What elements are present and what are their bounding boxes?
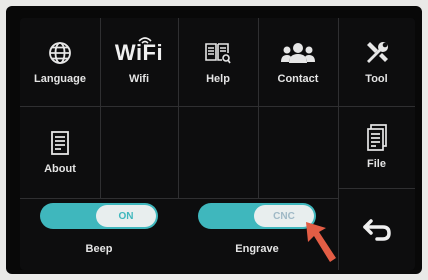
- sidebar-file-button[interactable]: File: [338, 106, 415, 188]
- people-icon: [281, 39, 315, 67]
- engrave-toggle-state: CNC: [273, 210, 295, 222]
- globe-icon: [48, 39, 72, 67]
- tools-icon: [364, 39, 390, 67]
- grid-divider: [20, 198, 338, 199]
- wifi-icon: WiFi: [114, 37, 164, 65]
- menu-item-wifi[interactable]: WiFi Wifi: [100, 18, 178, 106]
- document-icon: [50, 129, 70, 157]
- back-button[interactable]: [338, 188, 415, 270]
- menu-item-label: About: [44, 163, 76, 175]
- engrave-label: Engrave: [235, 243, 279, 255]
- pointer-arrow-icon: [306, 222, 336, 262]
- menu-item-contact[interactable]: Contact: [258, 18, 338, 106]
- menu-item-label: Language: [34, 73, 86, 85]
- engrave-toggle[interactable]: CNC: [198, 203, 316, 229]
- beep-toggle-knob: ON: [96, 205, 156, 227]
- menu-item-label: Wifi: [128, 73, 150, 85]
- menu-item-language[interactable]: Language: [20, 18, 100, 106]
- sidebar-file-label: File: [367, 158, 386, 170]
- menu-item-help[interactable]: Help: [178, 18, 258, 106]
- beep-toggle-state: ON: [118, 210, 134, 222]
- file-icon: [366, 124, 388, 152]
- menu-item-label: Contact: [277, 73, 319, 85]
- empty-cell: [258, 106, 338, 198]
- sidebar-tool-label: Tool: [365, 73, 388, 85]
- back-arrow-icon: [361, 215, 393, 243]
- sidebar-tool-button[interactable]: Tool: [338, 18, 415, 106]
- book-icon: [204, 39, 232, 67]
- empty-cell: [178, 106, 258, 198]
- touch-screen: Language WiFi Wifi Help Contact About To…: [20, 18, 415, 270]
- empty-cell: [100, 106, 178, 198]
- beep-label: Beep: [85, 243, 113, 255]
- beep-toggle[interactable]: ON: [40, 203, 158, 229]
- menu-item-about[interactable]: About: [20, 106, 100, 198]
- menu-item-label: Help: [206, 73, 230, 85]
